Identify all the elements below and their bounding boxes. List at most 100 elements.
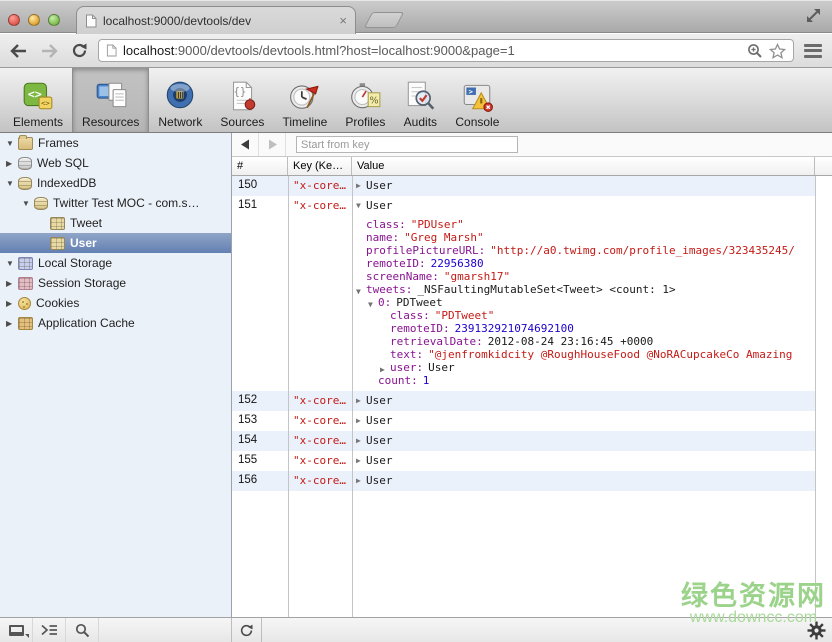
tree-item-icon: [18, 137, 33, 150]
table-row[interactable]: 153 "x-core… ▶User: [232, 411, 832, 431]
retrievalDate:[interactable]: retrievalDate:2012-08-24 23:16:45 +0000: [356, 335, 815, 348]
settings-button[interactable]: [800, 618, 832, 642]
tab-console[interactable]: > Console: [446, 68, 508, 132]
refresh-button[interactable]: [232, 618, 262, 642]
collapse-arrow-icon[interactable]: ▼: [356, 201, 366, 210]
expand-arrow-icon[interactable]: ▶: [356, 416, 366, 425]
disclosure-arrow-icon[interactable]: ▶: [6, 319, 18, 328]
resources-panel: ▼ Frames ▶ Web SQL ▼ IndexedDB ▼ Twitter…: [0, 133, 832, 617]
browser-forward-button[interactable]: [38, 40, 60, 62]
row-index: 151: [232, 196, 288, 216]
screenName:[interactable]: screenName:"gmarsh17": [356, 270, 815, 283]
property-value: "PDTweet": [435, 309, 495, 322]
page-forward-button[interactable]: [259, 133, 286, 156]
start-from-key-input[interactable]: [296, 136, 518, 153]
tab-audits[interactable]: Audits: [394, 68, 446, 132]
text:[interactable]: text: "@jenfromkidcity @RoughHouseFood @N…: [356, 348, 815, 361]
minimize-window-button[interactable]: [28, 14, 40, 26]
sidebar-item[interactable]: ▶ Cookies: [0, 293, 231, 313]
chrome-menu-icon[interactable]: [802, 43, 824, 59]
sidebar-item[interactable]: ▼ Frames: [0, 133, 231, 153]
user:[interactable]: ▶ user:User: [356, 361, 815, 374]
disclosure-arrow-icon[interactable]: ▼: [6, 139, 18, 148]
disclosure-arrow-icon[interactable]: ▶: [6, 299, 18, 308]
expand-arrow-icon[interactable]: ▶: [356, 396, 366, 405]
tab-elements[interactable]: <> <> Elements: [4, 68, 72, 132]
table-row[interactable]: 152 "x-core… ▶User: [232, 391, 832, 411]
dock-side-button[interactable]: [0, 618, 33, 642]
disclosure-arrow-icon[interactable]: ▶: [6, 159, 18, 168]
property-value: "gmarsh17": [444, 270, 510, 283]
column-header-value[interactable]: Value: [352, 157, 815, 175]
table-row[interactable]: 154 "x-core… ▶User: [232, 431, 832, 451]
row-value: ▶User: [352, 411, 815, 431]
column-header-index[interactable]: #: [232, 157, 288, 175]
property-name: count:: [378, 374, 418, 387]
expand-arrow-icon[interactable]: ▶: [356, 476, 366, 485]
tab-resources[interactable]: Resources: [72, 68, 149, 132]
close-window-button[interactable]: [8, 14, 20, 26]
sidebar-item[interactable]: User: [0, 233, 231, 253]
fullscreen-icon[interactable]: [805, 7, 822, 24]
expand-arrow-icon[interactable]: ▶: [356, 436, 366, 445]
browser-back-button[interactable]: [8, 40, 30, 62]
property-value: "@jenfromkidcity @RoughHouseFood @NoRACu…: [428, 348, 792, 361]
property-name: remoteID:: [390, 322, 450, 335]
remoteID:[interactable]: remoteID:22956380: [356, 257, 815, 270]
class:[interactable]: class:"PDUser": [356, 218, 815, 231]
sidebar-item[interactable]: ▼ Twitter Test MOC - com.s…: [0, 193, 231, 213]
expand-arrow-icon[interactable]: ▶: [356, 181, 366, 190]
new-tab-button[interactable]: [364, 12, 405, 28]
property-value: "PDUser": [411, 218, 464, 231]
disclosure-arrow-icon[interactable]: ▼: [6, 259, 18, 268]
tweets:[interactable]: ▼ tweets:_NSFaultingMutableSet<Tweet> <c…: [356, 283, 815, 296]
disclosure-arrow-icon[interactable]: ▼: [22, 199, 34, 208]
expand-arrow-icon[interactable]: ▶: [356, 456, 366, 465]
table-row[interactable]: 156 "x-core… ▶User: [232, 471, 832, 491]
bookmark-star-icon[interactable]: [769, 43, 786, 59]
page-back-button[interactable]: [232, 133, 259, 156]
search-button[interactable]: [66, 618, 99, 642]
row-index: 153: [232, 411, 288, 431]
sidebar-item[interactable]: ▶ Web SQL: [0, 153, 231, 173]
name:[interactable]: name:"Greg Marsh": [356, 231, 815, 244]
row-index: 150: [232, 176, 288, 196]
count:[interactable]: count:1: [356, 374, 815, 387]
remoteID:[interactable]: remoteID:239132921074692100: [356, 322, 815, 335]
sidebar-item[interactable]: ▼ Local Storage: [0, 253, 231, 273]
table-row-expanded[interactable]: 151 "x-core… ▼User class:"PDUser" name:"…: [232, 196, 832, 391]
tab-network[interactable]: Network: [149, 68, 211, 132]
tree-item-icon: [18, 317, 33, 330]
disclosure-arrow-icon[interactable]: ▶: [6, 279, 18, 288]
sidebar-item[interactable]: ▶ Session Storage: [0, 273, 231, 293]
table-row[interactable]: 151 "x-core… ▼User: [232, 196, 832, 216]
sidebar-item[interactable]: ▼ IndexedDB: [0, 173, 231, 193]
tree-item-icon: [18, 257, 33, 270]
zoom-page-icon[interactable]: [747, 43, 763, 59]
0:[interactable]: ▼ 0:PDTweet: [356, 296, 815, 309]
tab-sources[interactable]: {} Sources: [211, 68, 273, 132]
omnibox-url-field[interactable]: localhost:9000/devtools/devtools.html?ho…: [98, 39, 794, 62]
sidebar-item[interactable]: ▶ Application Cache: [0, 313, 231, 333]
row-value: ▼User: [352, 196, 815, 216]
table-row[interactable]: 155 "x-core… ▶User: [232, 451, 832, 471]
tab-profiles[interactable]: % Profiles: [336, 68, 394, 132]
tab-close-icon[interactable]: ×: [339, 16, 347, 26]
devtools-toolbar: <> <> Elements Resources Network: [0, 68, 832, 133]
zoom-window-button[interactable]: [48, 14, 60, 26]
property-value: PDTweet: [396, 296, 442, 309]
column-header-key[interactable]: Key (Ke…: [288, 157, 352, 175]
disclosure-arrow-icon[interactable]: ▼: [6, 179, 18, 188]
table-row[interactable]: 150 "x-core… ▶User: [232, 176, 832, 196]
class:[interactable]: class:"PDTweet": [356, 309, 815, 322]
property-name: text:: [390, 348, 423, 361]
tab-timeline[interactable]: Timeline: [273, 68, 336, 132]
console-drawer-button[interactable]: [33, 618, 66, 642]
sidebar-item[interactable]: Tweet: [0, 213, 231, 233]
browser-tab[interactable]: localhost:9000/devtools/dev ×: [76, 6, 356, 34]
browser-reload-button[interactable]: [68, 40, 90, 62]
property-name: retrievalDate:: [390, 335, 483, 348]
resources-icon: [94, 79, 128, 113]
search-icon: [75, 623, 90, 638]
profilePictureURL:[interactable]: profilePictureURL:"http://a0.twimg.com/p…: [356, 244, 815, 257]
